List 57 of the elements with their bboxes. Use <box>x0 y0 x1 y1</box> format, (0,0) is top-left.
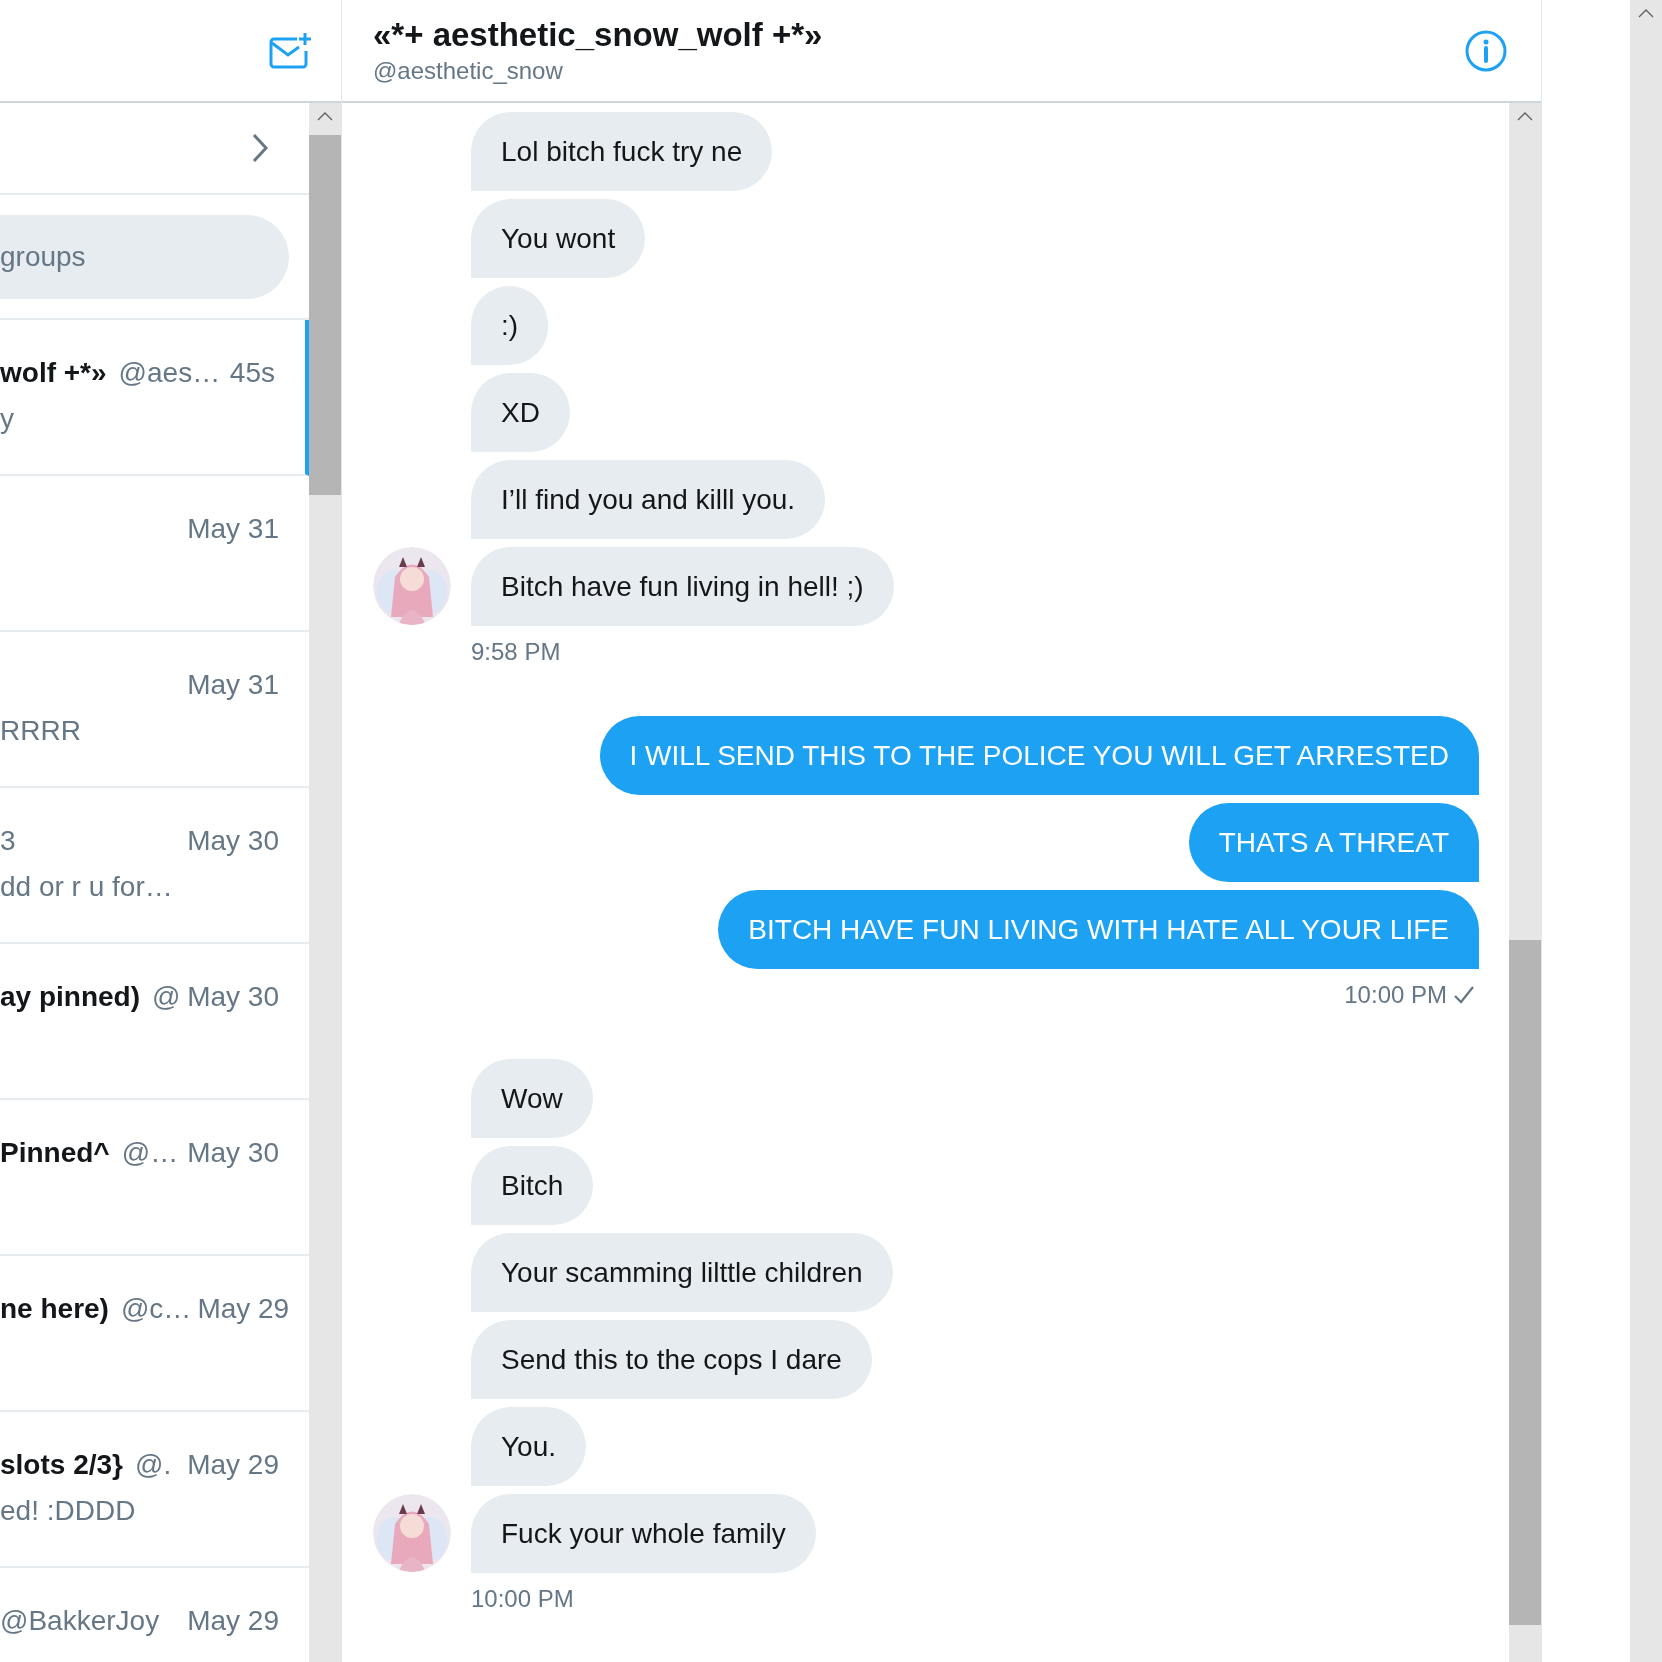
message-bubble: Bitch <box>471 1146 594 1225</box>
conversation-name: slots 2/3} <box>0 1448 123 1482</box>
conversation-handle: @aes… <box>118 356 221 390</box>
new-message-icon[interactable] <box>269 30 313 71</box>
conversation-time: May 29 <box>197 1292 290 1326</box>
scroll-up-icon[interactable] <box>317 111 333 121</box>
message-bubble: BITCH HAVE FUN LIVING WITH HATE ALL YOUR LIFE <box>718 890 1479 969</box>
chat-scrollbar[interactable] <box>1509 103 1541 1662</box>
scroll-up-icon[interactable] <box>1517 111 1533 121</box>
scroll-up-icon[interactable] <box>1638 8 1654 18</box>
conversation-handle: @BakkerJoy <box>0 1604 160 1638</box>
message-bubble: XD <box>471 373 570 452</box>
conversation-handle: @ <box>152 980 181 1014</box>
message-time: 10:00 PM <box>471 1584 574 1614</box>
conversation-name: ne here) <box>0 1292 109 1326</box>
info-icon[interactable] <box>1465 29 1507 72</box>
conversation-preview: RRRR <box>0 714 81 748</box>
message-bubble: THATS A THREAT <box>1188 803 1479 882</box>
conversation-handle: @… <box>121 1136 179 1170</box>
message-bubble: Bitch have fun living in hell! ;) <box>471 547 894 626</box>
conversation-name: Pinned^ <box>0 1136 110 1170</box>
scrollbar-thumb[interactable] <box>309 135 341 495</box>
conversation-time: May 30 <box>187 1136 279 1170</box>
chat-title: «*+ aesthetic_snow_wolf +*» <box>373 14 823 55</box>
conversation-preview: y <box>0 402 14 436</box>
message-bubble: Wow <box>471 1059 593 1138</box>
conversation-time: May 29 <box>187 1604 279 1638</box>
message-bubble: You wont <box>471 199 646 278</box>
message-bubble: You. <box>471 1407 587 1486</box>
message-bubble: Lol bitch fuck try ne <box>471 112 773 191</box>
chat-handle: @aesthetic_snow <box>373 55 564 86</box>
conversation-handle: @. <box>134 1448 172 1482</box>
chevron-right-icon[interactable] <box>251 133 269 163</box>
conversation-time: May 30 <box>187 824 279 858</box>
message-bubble: I WILL SEND THIS TO THE POLICE YOU WILL GET ARRESTED <box>599 716 1479 795</box>
scrollbar-thumb[interactable] <box>1509 940 1541 1625</box>
message-bubble: Send this to the cops I dare <box>471 1320 872 1399</box>
conversation-handle: @c… <box>120 1292 192 1326</box>
search-field[interactable]: groups <box>0 214 289 299</box>
message-bubble: :) <box>471 286 549 365</box>
conversation-time: May 30 <box>187 980 279 1014</box>
conversation-handle: 3 <box>0 824 16 858</box>
conversation-name: ay pinned) <box>0 980 140 1014</box>
message-time: 9:58 PM <box>471 637 561 667</box>
conversation-preview: ed! :DDDD <box>0 1494 136 1528</box>
sidebar-scrollbar[interactable] <box>309 103 341 1662</box>
conversation-time: May 29 <box>187 1448 279 1482</box>
message-bubble: I’ll find you and killl you. <box>471 460 826 539</box>
conversation-preview: dd or r u for… <box>0 870 173 904</box>
conversation-time: 45s <box>229 356 275 390</box>
conversation-time: May 31 <box>187 512 279 546</box>
conversation-name: wolf +*» <box>0 356 107 390</box>
page-scrollbar[interactable] <box>1630 0 1662 1662</box>
conversation-time: May 31 <box>187 668 279 702</box>
message-bubble: Fuck your whole family <box>471 1494 816 1573</box>
message-time: 10:00 PM <box>1344 980 1447 1010</box>
message-bubble: Your scamming lilttle children <box>471 1233 893 1312</box>
